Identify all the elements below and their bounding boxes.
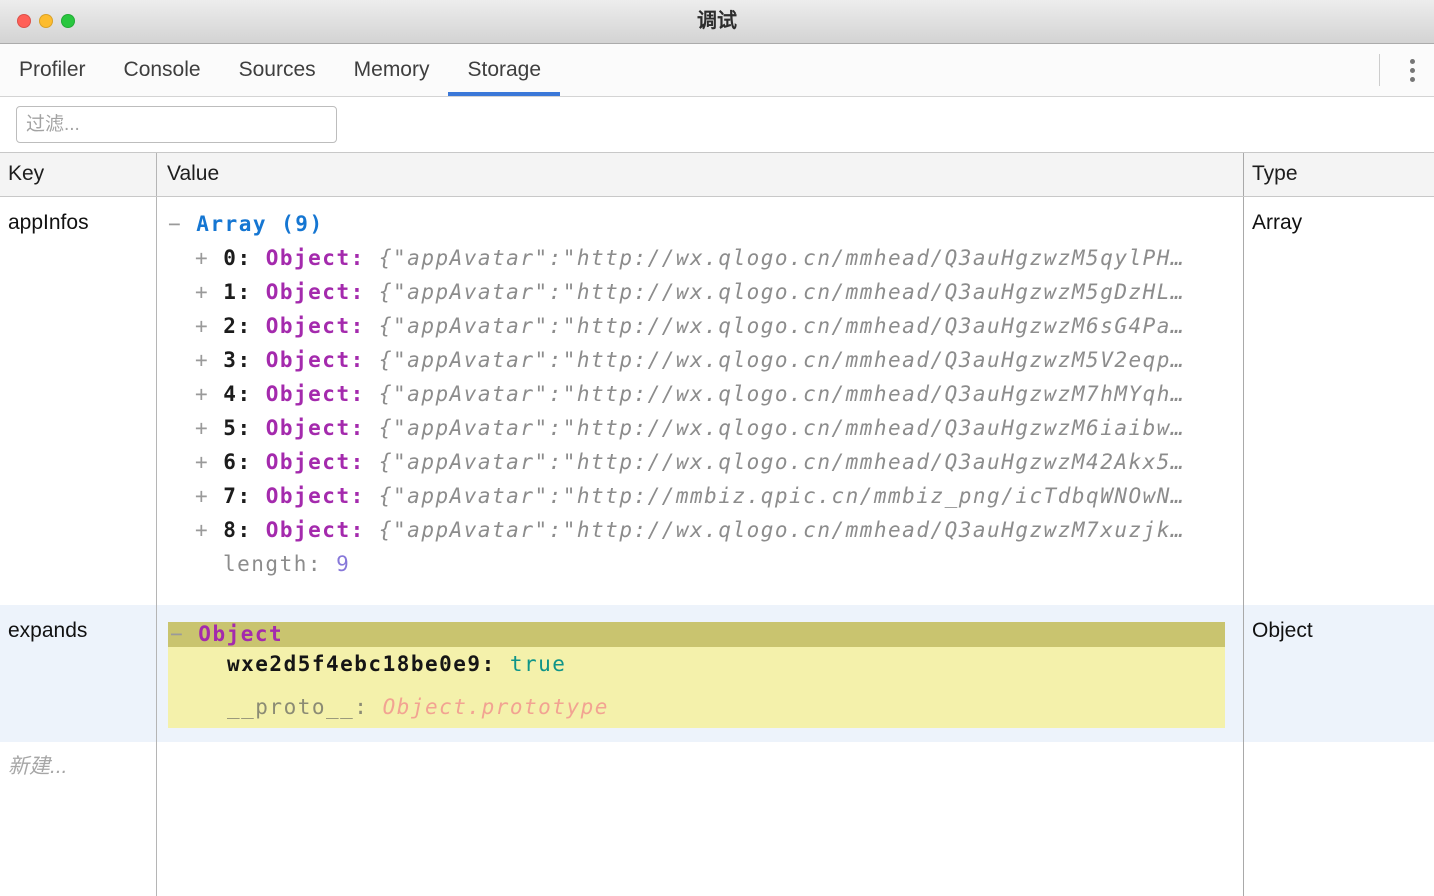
- item-preview: {"appAvatar":"http://wx.qlogo.cn/mmhead/…: [365, 348, 1185, 372]
- array-root: − Array (9): [157, 207, 1243, 241]
- prototype-property[interactable]: __proto__: Object.prototype: [168, 690, 1225, 724]
- key-cell[interactable]: appInfos: [0, 197, 157, 605]
- item-index: 0:: [209, 246, 266, 270]
- array-label: Array (9): [182, 212, 323, 236]
- length-line: length: 9: [157, 547, 1243, 581]
- item-index: 2:: [209, 314, 266, 338]
- item-index: 6:: [209, 450, 266, 474]
- tab-profiler[interactable]: Profiler: [0, 44, 105, 96]
- object-class-label: Object:: [266, 382, 365, 406]
- item-preview: {"appAvatar":"http://mmbiz.qpic.cn/mmbiz…: [365, 484, 1185, 508]
- tab-bar-right: [1379, 44, 1434, 96]
- array-item[interactable]: + 7: Object: {"appAvatar":"http://mmbiz.…: [157, 479, 1243, 513]
- toolbar-divider: [1379, 54, 1380, 86]
- proto-value: Object.prototype: [383, 695, 609, 719]
- debugger-window: 调试 ProfilerConsoleSourcesMemoryStorage K…: [0, 0, 1434, 896]
- window-title: 调试: [0, 0, 1434, 43]
- tab-bar: ProfilerConsoleSourcesMemoryStorage: [0, 44, 1434, 97]
- item-preview: {"appAvatar":"http://wx.qlogo.cn/mmhead/…: [365, 280, 1185, 304]
- collapse-toggle-icon[interactable]: −: [168, 212, 182, 236]
- expand-toggle-icon[interactable]: +: [195, 348, 209, 372]
- object-class-label: Object:: [266, 518, 365, 542]
- object-class-label: Object: [184, 622, 283, 646]
- item-preview: {"appAvatar":"http://wx.qlogo.cn/mmhead/…: [365, 450, 1185, 474]
- tab-storage[interactable]: Storage: [448, 44, 560, 96]
- item-index: 5:: [209, 416, 266, 440]
- array-item[interactable]: + 0: Object: {"appAvatar":"http://wx.qlo…: [157, 241, 1243, 275]
- storage-table: Key Value Type appInfos− Array (9)+ 0: O…: [0, 152, 1434, 896]
- table-row[interactable]: 新建...: [0, 742, 1434, 896]
- item-index: 8:: [209, 518, 266, 542]
- zoom-icon[interactable]: [61, 14, 75, 28]
- minimize-icon[interactable]: [39, 14, 53, 28]
- item-preview: {"appAvatar":"http://wx.qlogo.cn/mmhead/…: [365, 246, 1185, 270]
- column-header-type: Type: [1244, 153, 1434, 196]
- array-item[interactable]: + 8: Object: {"appAvatar":"http://wx.qlo…: [157, 513, 1243, 547]
- item-index: 1:: [209, 280, 266, 304]
- type-cell: Array: [1244, 197, 1434, 605]
- item-preview: {"appAvatar":"http://wx.qlogo.cn/mmhead/…: [365, 314, 1185, 338]
- item-index: 7:: [209, 484, 266, 508]
- array-item[interactable]: + 2: Object: {"appAvatar":"http://wx.qlo…: [157, 309, 1243, 343]
- type-cell: Object: [1244, 605, 1434, 742]
- expand-toggle-icon[interactable]: +: [195, 484, 209, 508]
- column-header-value: Value: [157, 153, 1244, 196]
- type-cell: [1244, 742, 1434, 896]
- table-row[interactable]: appInfos− Array (9)+ 0: Object: {"appAva…: [0, 197, 1434, 605]
- filter-bar: [0, 97, 1434, 152]
- proto-label: __proto__:: [227, 695, 383, 719]
- expand-toggle-icon[interactable]: +: [195, 246, 209, 270]
- table-header: Key Value Type: [0, 153, 1434, 197]
- window-controls: [17, 14, 75, 28]
- collapse-toggle-icon[interactable]: −: [170, 622, 184, 646]
- object-class-label: Object:: [266, 246, 365, 270]
- object-class-label: Object:: [266, 348, 365, 372]
- value-tree: − Array (9)+ 0: Object: {"appAvatar":"ht…: [157, 197, 1243, 581]
- value-cell: − Array (9)+ 0: Object: {"appAvatar":"ht…: [157, 197, 1244, 605]
- tab-sources[interactable]: Sources: [220, 44, 335, 96]
- expand-toggle-icon[interactable]: +: [195, 382, 209, 406]
- close-icon[interactable]: [17, 14, 31, 28]
- object-class-label: Object:: [266, 450, 365, 474]
- table-row[interactable]: expands− Objectwxe2d5f4ebc18be0e9: true_…: [0, 605, 1434, 742]
- value-cell: − Objectwxe2d5f4ebc18be0e9: true__proto_…: [157, 605, 1244, 742]
- changed-value-block: − Objectwxe2d5f4ebc18be0e9: true__proto_…: [168, 622, 1225, 728]
- titlebar[interactable]: 调试: [0, 0, 1434, 44]
- object-class-label: Object:: [266, 280, 365, 304]
- new-entry-placeholder[interactable]: 新建...: [0, 742, 157, 896]
- array-item[interactable]: + 4: Object: {"appAvatar":"http://wx.qlo…: [157, 377, 1243, 411]
- length-label: length:: [223, 552, 336, 576]
- object-class-label: Object:: [266, 314, 365, 338]
- array-item[interactable]: + 1: Object: {"appAvatar":"http://wx.qlo…: [157, 275, 1243, 309]
- object-class-label: Object:: [266, 484, 365, 508]
- expand-toggle-icon[interactable]: +: [195, 416, 209, 440]
- array-item[interactable]: + 5: Object: {"appAvatar":"http://wx.qlo…: [157, 411, 1243, 445]
- object-root: − Object: [168, 622, 1225, 647]
- object-class-label: Object:: [266, 416, 365, 440]
- object-property[interactable]: wxe2d5f4ebc18be0e9: true: [168, 647, 1225, 681]
- tabs: ProfilerConsoleSourcesMemoryStorage: [0, 44, 560, 96]
- expand-toggle-icon[interactable]: +: [195, 518, 209, 542]
- expand-toggle-icon[interactable]: +: [195, 280, 209, 304]
- column-header-key: Key: [0, 153, 157, 196]
- table-body: appInfos− Array (9)+ 0: Object: {"appAva…: [0, 197, 1434, 896]
- item-index: 3:: [209, 348, 266, 372]
- expand-toggle-icon[interactable]: +: [195, 450, 209, 474]
- filter-input[interactable]: [16, 106, 337, 143]
- kebab-menu-icon[interactable]: [1407, 56, 1418, 85]
- array-item[interactable]: + 6: Object: {"appAvatar":"http://wx.qlo…: [157, 445, 1243, 479]
- item-index: 4:: [209, 382, 266, 406]
- key-cell[interactable]: expands: [0, 605, 157, 742]
- item-preview: {"appAvatar":"http://wx.qlogo.cn/mmhead/…: [365, 518, 1185, 542]
- property-name: wxe2d5f4ebc18be0e9:: [227, 652, 496, 676]
- item-preview: {"appAvatar":"http://wx.qlogo.cn/mmhead/…: [365, 382, 1185, 406]
- array-item[interactable]: + 3: Object: {"appAvatar":"http://wx.qlo…: [157, 343, 1243, 377]
- length-value: 9: [336, 552, 350, 576]
- value-cell: [157, 742, 1244, 896]
- property-value: true: [496, 652, 567, 676]
- expand-toggle-icon[interactable]: +: [195, 314, 209, 338]
- tab-memory[interactable]: Memory: [335, 44, 449, 96]
- tab-console[interactable]: Console: [105, 44, 220, 96]
- item-preview: {"appAvatar":"http://wx.qlogo.cn/mmhead/…: [365, 416, 1185, 440]
